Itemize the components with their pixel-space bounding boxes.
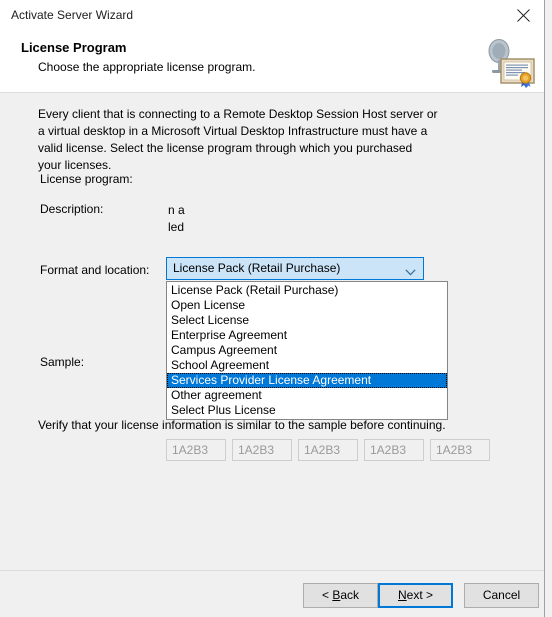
cancel-button[interactable]: Cancel <box>464 583 539 608</box>
accelerator-letter: B <box>332 588 341 602</box>
chevron-down-icon[interactable] <box>405 265 416 279</box>
window-title: Activate Server Wizard <box>11 8 134 22</box>
sample-box: 1A2B3 <box>166 439 226 461</box>
sample-box: 1A2B3 <box>364 439 424 461</box>
header-band: License Program Choose the appropriate l… <box>0 31 544 93</box>
license-program-combo[interactable]: License Pack (Retail Purchase) <box>166 257 424 280</box>
sample-box: 1A2B3 <box>298 439 358 461</box>
close-icon[interactable] <box>501 0 544 31</box>
license-program-option[interactable]: Other agreement <box>167 388 447 403</box>
description-value: n a led <box>168 203 185 234</box>
certificate-satellite-icon <box>479 35 537 89</box>
license-program-selected-text: License Pack (Retail Purchase) <box>173 261 341 275</box>
sample-label: Sample: <box>40 355 85 369</box>
sample-row: 1A2B3 1A2B3 1A2B3 1A2B3 1A2B3 <box>166 439 490 461</box>
license-program-option[interactable]: School Agreement <box>167 358 447 373</box>
license-program-option[interactable]: Select License <box>167 313 447 328</box>
title-bar: Activate Server Wizard <box>0 0 544 31</box>
license-program-option[interactable]: Select Plus License <box>167 403 447 418</box>
license-program-option[interactable]: Campus Agreement <box>167 343 447 358</box>
license-program-listbox[interactable]: License Pack (Retail Purchase) Open Licen… <box>166 281 448 420</box>
next-button[interactable]: Next > <box>378 583 453 608</box>
sample-box: 1A2B3 <box>430 439 490 461</box>
page-title: License Program <box>21 40 127 55</box>
license-program-option[interactable]: License Pack (Retail Purchase) <box>167 283 447 298</box>
sample-box: 1A2B3 <box>232 439 292 461</box>
license-program-option[interactable]: Enterprise Agreement <box>167 328 447 343</box>
intro-paragraph: Every client that is connecting to a Rem… <box>38 107 438 172</box>
activate-server-wizard-window: Activate Server Wizard License Program C… <box>0 0 545 617</box>
format-and-location-label: Format and location: <box>40 263 150 277</box>
license-program-option[interactable]: Open License <box>167 298 447 313</box>
accelerator-letter: N <box>397 588 407 602</box>
description-label: Description: <box>40 202 104 216</box>
back-button[interactable]: < Back <box>303 583 378 608</box>
wizard-body: Every client that is connecting to a Rem… <box>0 93 544 570</box>
footer-button-bar: < Back Next > Cancel <box>0 571 544 617</box>
page-subtitle: Choose the appropriate license program. <box>38 60 256 74</box>
license-program-option[interactable]: Services Provider License Agreement <box>167 373 447 388</box>
verify-instruction: Verify that your license information is … <box>38 418 446 432</box>
license-program-label: License program: <box>40 172 133 186</box>
